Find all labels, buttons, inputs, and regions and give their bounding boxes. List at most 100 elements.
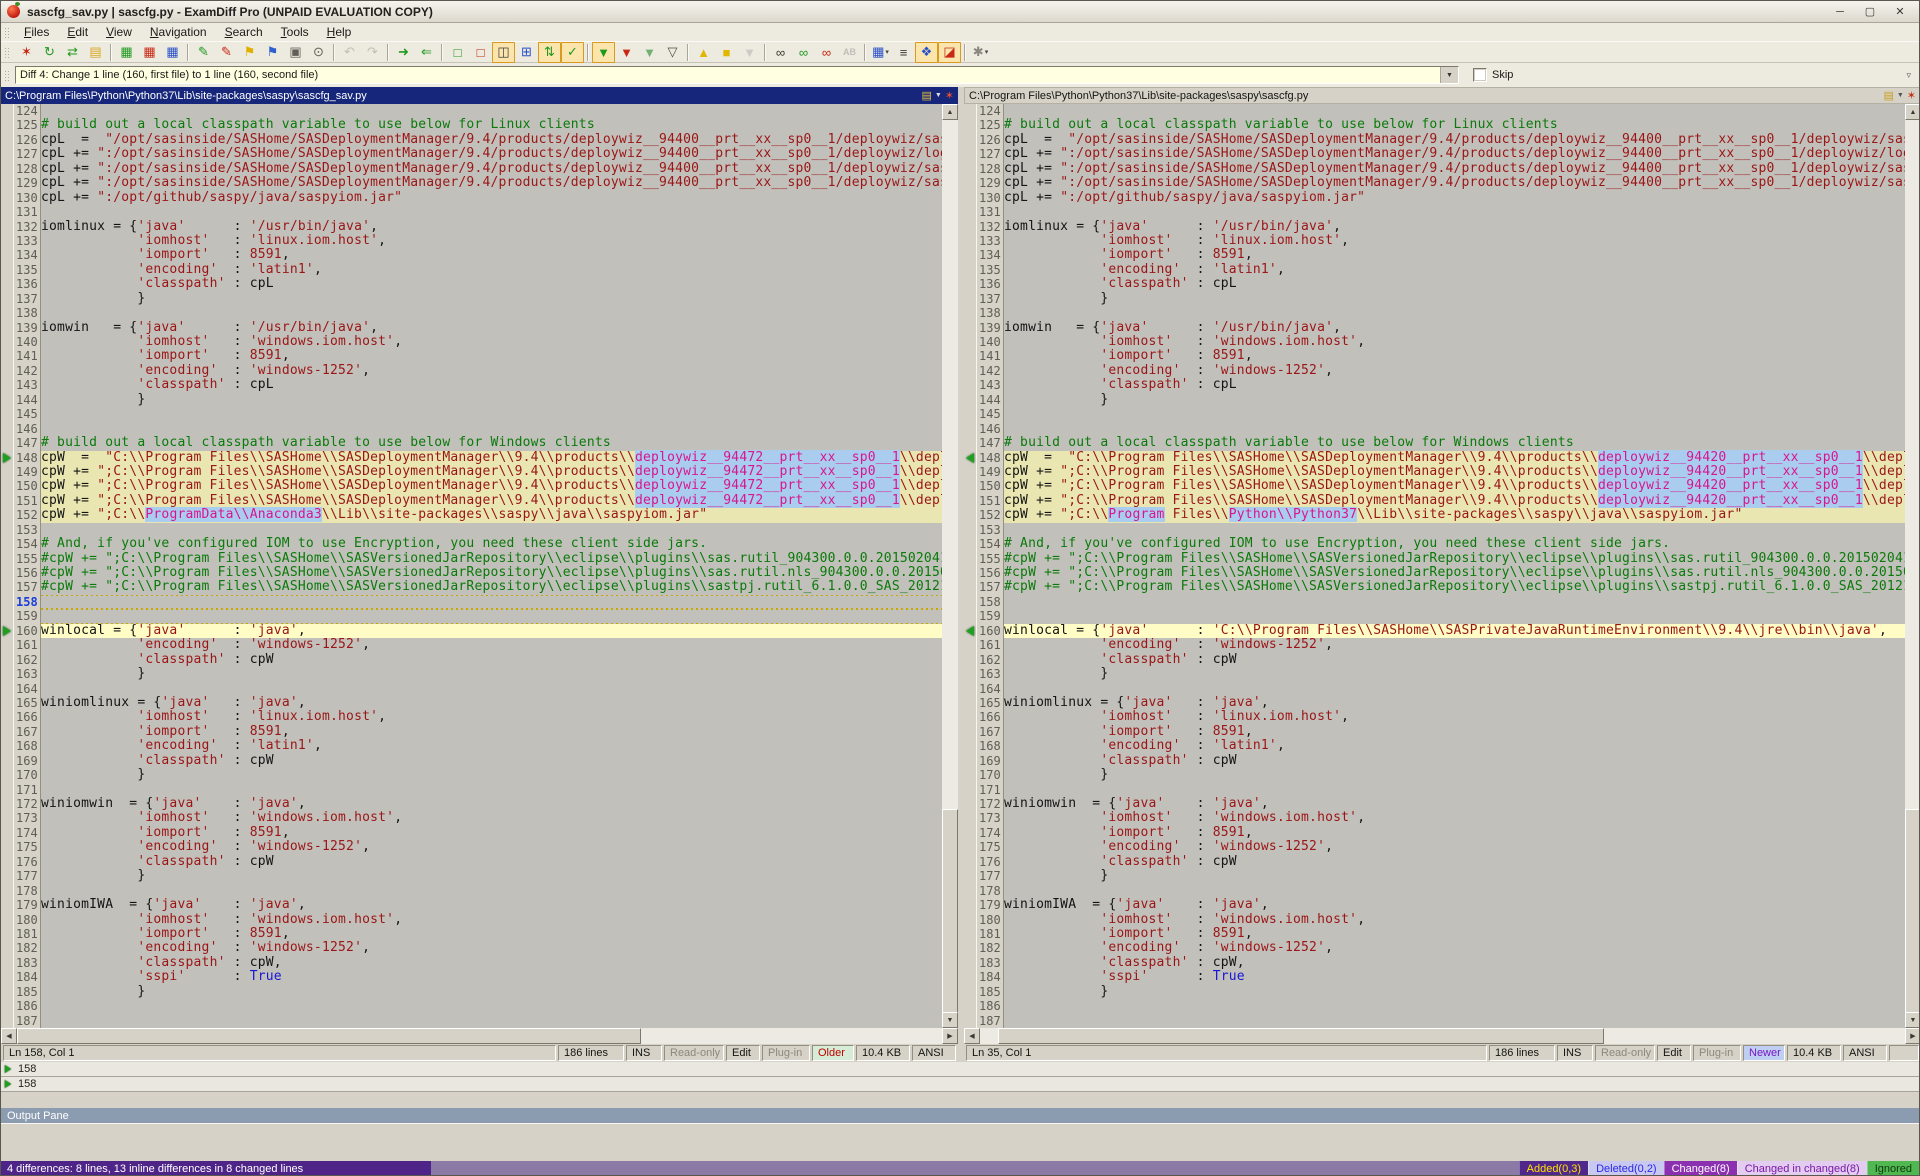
code-line[interactable]: 'encoding' : 'windows-1252',	[1004, 638, 1905, 652]
code-line[interactable]: 'encoding' : 'windows-1252',	[41, 941, 942, 955]
code-line[interactable]: }	[1004, 985, 1905, 999]
compare-icon[interactable]: ✶	[1907, 89, 1916, 102]
bookmark-second-icon[interactable]: ⚑	[261, 42, 284, 63]
right-horizontal-scrollbar[interactable]: ◀ ▶	[964, 1028, 1920, 1044]
menu-item-files[interactable]: Files	[15, 24, 58, 40]
menu-item-edit[interactable]: Edit	[58, 24, 97, 40]
code-line[interactable]: 'encoding' : 'windows-1252',	[41, 840, 942, 854]
code-line[interactable]: # build out a local classpath variable t…	[1004, 436, 1905, 450]
code-line[interactable]: 'encoding' : 'windows-1252',	[1004, 364, 1905, 378]
copy-block-to-left-icon[interactable]: ⇐	[415, 42, 438, 63]
scroll-left-icon[interactable]: ◀	[964, 1028, 980, 1044]
code-line[interactable]: 'iomhost' : 'linux.iom.host',	[1004, 710, 1905, 724]
show-first-pane-icon[interactable]: □	[446, 42, 469, 63]
find-icon[interactable]: ∞	[769, 42, 792, 63]
code-line[interactable]: cpL = "/opt/sasinside/SASHome/SASDeploym…	[1004, 133, 1905, 147]
scroll-right-icon[interactable]: ▶	[1905, 1028, 1920, 1044]
find-prev-icon[interactable]: ∞	[815, 42, 838, 63]
code-line[interactable]: # And, if you've configured IOM to use E…	[41, 537, 942, 551]
auto-recompare-icon[interactable]: ✓	[561, 42, 584, 63]
options-icon[interactable]: ✱▾	[969, 42, 992, 63]
code-line[interactable]: 'iomport' : 8591,	[41, 927, 942, 941]
code-line[interactable]: #cpW += ";C:\\Program Files\\SASHome\\SA…	[1004, 552, 1905, 566]
code-line[interactable]: # build out a local classpath variable t…	[41, 436, 942, 450]
code-line[interactable]: cpW += ";C:\\Program Files\\SASHome\\SAS…	[41, 479, 942, 493]
code-line[interactable]: 'iomhost' : 'windows.iom.host',	[1004, 811, 1905, 825]
code-line[interactable]	[41, 783, 942, 797]
code-line[interactable]: 'iomhost' : 'linux.iom.host',	[1004, 234, 1905, 248]
code-line[interactable]: 'iomport' : 8591,	[1004, 248, 1905, 262]
code-line[interactable]: 'iomport' : 8591,	[1004, 927, 1905, 941]
right-file-header[interactable]: C:\Program Files\Python\Python37\Lib\sit…	[964, 87, 1920, 104]
open-files-icon[interactable]: ▤	[84, 42, 107, 63]
find-next-icon[interactable]: ∞	[792, 42, 815, 63]
code-line[interactable]: 'iomport' : 8591,	[1004, 725, 1905, 739]
code-line[interactable]: 'encoding' : 'latin1',	[41, 263, 942, 277]
scroll-down-icon[interactable]: ▼	[942, 1012, 958, 1028]
code-line[interactable]: 'encoding' : 'latin1',	[1004, 739, 1905, 753]
filter-all-lines-icon[interactable]: ▼	[592, 42, 615, 63]
menu-item-search[interactable]: Search	[216, 24, 272, 40]
replace-icon[interactable]: AB	[838, 42, 861, 63]
code-line[interactable]: cpW += ";C:\\Program Files\\SASHome\\SAS…	[1004, 479, 1905, 493]
code-line[interactable]: cpW += ";C:\\Program Files\\Python\\Pyth…	[1004, 508, 1905, 522]
swap-and-recompare-icon[interactable]: ⇄	[61, 42, 84, 63]
code-line[interactable]: }	[41, 869, 942, 883]
scroll-left-icon[interactable]: ◀	[1, 1028, 17, 1044]
code-line[interactable]	[41, 609, 942, 623]
code-line[interactable]	[1004, 783, 1905, 797]
code-line[interactable]	[41, 205, 942, 219]
code-line[interactable]: }	[41, 292, 942, 306]
code-line[interactable]	[1004, 306, 1905, 320]
right-vertical-scrollbar[interactable]: ▲ ▼	[1905, 104, 1920, 1028]
code-line[interactable]: cpW += ";C:\\Program Files\\SASHome\\SAS…	[1004, 494, 1905, 508]
code-line[interactable]: iomwin = {'java' : '/usr/bin/java',	[1004, 321, 1905, 335]
code-line[interactable]: #cpW += ";C:\\Program Files\\SASHome\\SA…	[1004, 580, 1905, 594]
code-line[interactable]: cpL += ":/opt/sasinside/SASHome/SASDeplo…	[1004, 176, 1905, 190]
code-line[interactable]: }	[41, 393, 942, 407]
list-item[interactable]: 158	[1, 1062, 1919, 1077]
menu-item-view[interactable]: View	[97, 24, 141, 40]
diff-combobox[interactable]: Diff 4: Change 1 line (160, first file) …	[15, 66, 1459, 84]
code-line[interactable]: 'iomport' : 8591,	[41, 349, 942, 363]
menu-item-tools[interactable]: Tools	[272, 24, 318, 40]
code-line[interactable]: 'iomhost' : 'windows.iom.host',	[41, 335, 942, 349]
code-line[interactable]	[1004, 884, 1905, 898]
code-line[interactable]	[1004, 422, 1905, 436]
code-line[interactable]: # build out a local classpath variable t…	[41, 118, 942, 132]
filter-none-icon[interactable]: ▽	[661, 42, 684, 63]
code-line[interactable]	[1004, 609, 1905, 623]
left-horizontal-scrollbar[interactable]: ◀ ▶	[1, 1028, 958, 1044]
minimize-button[interactable]: ─	[1827, 4, 1853, 20]
code-line[interactable]: 'iomport' : 8591,	[41, 826, 942, 840]
code-line[interactable]: 'encoding' : 'latin1',	[41, 739, 942, 753]
code-line[interactable]: 'iomhost' : 'windows.iom.host',	[41, 913, 942, 927]
editor-options-icon[interactable]: ◪	[938, 42, 961, 63]
code-line[interactable]: 'classpath' : cpW	[1004, 754, 1905, 768]
code-line[interactable]	[41, 595, 942, 609]
scroll-up-icon[interactable]: ▲	[942, 104, 958, 120]
code-line[interactable]	[1004, 407, 1905, 421]
code-line[interactable]: cpL += ":/opt/sasinside/SASHome/SASDeplo…	[41, 176, 942, 190]
grid-view-icon[interactable]: ⊞	[515, 42, 538, 63]
code-line[interactable]: 'iomhost' : 'windows.iom.host',	[41, 811, 942, 825]
save-first-file-icon[interactable]: ▦	[115, 42, 138, 63]
compare-icon[interactable]: ✶	[945, 89, 954, 102]
edit-second-file-icon[interactable]: ✎	[215, 42, 238, 63]
code-line[interactable]: #cpW += ";C:\\Program Files\\SASHome\\SA…	[41, 580, 942, 594]
code-line[interactable]: 'encoding' : 'windows-1252',	[41, 364, 942, 378]
code-line[interactable]	[41, 1014, 942, 1028]
skip-checkbox[interactable]	[1473, 68, 1487, 82]
code-line[interactable]: cpL += ":/opt/github/saspy/java/saspyiom…	[41, 191, 942, 205]
code-line[interactable]	[1004, 205, 1905, 219]
left-vertical-scrollbar[interactable]: ▲ ▼	[942, 104, 958, 1028]
code-line[interactable]	[41, 422, 942, 436]
code-line[interactable]: 'iomhost' : 'linux.iom.host',	[41, 710, 942, 724]
code-line[interactable]: # build out a local classpath variable t…	[1004, 118, 1905, 132]
current-diff-icon[interactable]: ■	[715, 42, 738, 63]
edit-first-file-icon[interactable]: ✎	[192, 42, 215, 63]
code-line[interactable]: 'iomport' : 8591,	[1004, 826, 1905, 840]
code-line[interactable]: iomlinux = {'java' : '/usr/bin/java',	[41, 220, 942, 234]
code-line[interactable]: winlocal = {'java' : 'C:\\Program Files\…	[1004, 624, 1905, 638]
save-both-files-icon[interactable]: ▦	[161, 42, 184, 63]
